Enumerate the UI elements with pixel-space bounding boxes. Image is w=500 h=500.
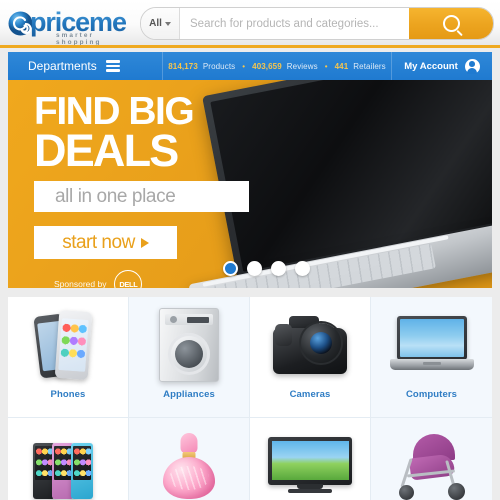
- user-avatar-icon: [464, 58, 480, 74]
- washing-machine-icon: [134, 301, 244, 389]
- category-tile-televisions[interactable]: [250, 418, 371, 500]
- site-logo[interactable]: priceme smarter shopping: [8, 7, 134, 46]
- site-header: priceme smarter shopping All: [0, 0, 500, 46]
- carousel-dot-3[interactable]: [271, 261, 286, 276]
- mp3-player-icon: [13, 422, 123, 500]
- search-submit-button[interactable]: [409, 8, 493, 39]
- category-row-2: [8, 418, 492, 500]
- page-root: priceme smarter shopping All Departments…: [0, 0, 500, 500]
- stat-reviews-count: 403,659: [252, 61, 282, 71]
- header-accent-rule: [0, 45, 500, 48]
- start-now-button[interactable]: start now: [34, 226, 177, 259]
- carousel-dot-1[interactable]: [223, 261, 238, 276]
- category-tile-baby[interactable]: [371, 418, 492, 500]
- stat-retailers-count: 441: [334, 61, 349, 71]
- stat-separator-2: •: [324, 61, 328, 71]
- stroller-icon: [377, 422, 487, 500]
- search-scope-label: All: [149, 18, 162, 29]
- stat-products-count: 814,173: [168, 61, 198, 71]
- logo-tagline: smarter shopping: [56, 32, 102, 46]
- category-tile-cameras[interactable]: Cameras: [250, 297, 371, 418]
- search-scope-dropdown[interactable]: All: [141, 8, 180, 39]
- hero-headline-2: DEALS: [34, 125, 179, 176]
- category-label: Appliances: [163, 389, 215, 400]
- play-triangle-icon: [140, 237, 149, 248]
- sponsor-text: Sponsored by: [54, 279, 107, 288]
- dell-logo-icon: DELL: [114, 270, 143, 288]
- carousel-pagination: [223, 261, 310, 276]
- departments-label: Departments: [28, 59, 97, 73]
- stat-separator-1: •: [242, 61, 246, 71]
- category-label: Cameras: [289, 389, 331, 400]
- hamburger-menu-icon: [105, 59, 120, 73]
- category-tile-appliances[interactable]: Appliances: [129, 297, 250, 418]
- category-tile-mp3-players[interactable]: [8, 418, 129, 500]
- site-stats: 814,173 Products • 403,659 Reviews • 441…: [163, 62, 391, 71]
- hero-banner[interactable]: DELL FIND BIG DEALS all in one place sta…: [8, 80, 492, 288]
- category-tile-phones[interactable]: Phones: [8, 297, 129, 418]
- smartphone-icon: [13, 301, 123, 389]
- category-label: Phones: [50, 389, 86, 400]
- stat-retailers-label: Retailers: [353, 61, 386, 71]
- my-account-button[interactable]: My Account: [391, 52, 492, 80]
- stat-reviews-label: Reviews: [286, 61, 318, 71]
- carousel-dot-2[interactable]: [247, 261, 262, 276]
- category-tile-computers[interactable]: Computers: [371, 297, 492, 418]
- carousel-dot-4[interactable]: [295, 261, 310, 276]
- search-bar: All: [140, 7, 494, 40]
- chevron-down-icon: [164, 21, 171, 26]
- laptop-icon: [377, 301, 487, 389]
- my-account-label: My Account: [404, 60, 458, 72]
- search-icon: [442, 15, 460, 32]
- perfume-bottle-icon: [134, 422, 244, 500]
- search-input[interactable]: [180, 8, 409, 39]
- start-now-label: start now: [62, 231, 135, 253]
- category-tile-fragrance[interactable]: [129, 418, 250, 500]
- stat-products-label: Products: [202, 61, 236, 71]
- dslr-camera-icon: [255, 301, 365, 389]
- television-icon: [255, 422, 365, 500]
- category-grid: Phones Appliances Cameras Computers: [8, 297, 492, 500]
- category-label: Computers: [405, 389, 458, 400]
- hero-copy: FIND BIG DEALS all in one place start no…: [34, 92, 284, 288]
- main-navigation: Departments 814,173 Products • 403,659 R…: [8, 52, 492, 80]
- departments-button[interactable]: Departments: [8, 52, 163, 80]
- hero-subheadline: all in one place: [34, 181, 249, 212]
- category-row-1: Phones Appliances Cameras Computers: [8, 297, 492, 418]
